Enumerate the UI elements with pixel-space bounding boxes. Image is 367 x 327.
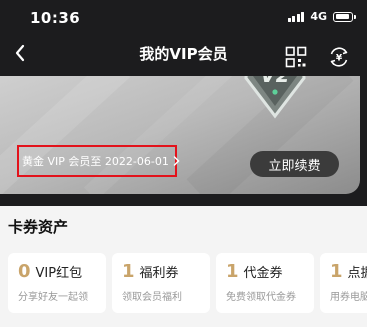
vip-card-area: V2 黄金 VIP 会员至 2022-06-01 立即续费 bbox=[0, 76, 367, 206]
asset-card-vip-red-packet[interactable]: 0 VIP红包 分享好友一起领 bbox=[8, 253, 106, 313]
asset-desc: 免费领取代金券 bbox=[226, 292, 296, 303]
vip-level-emblem: V2 bbox=[244, 76, 306, 119]
asset-count: 1 bbox=[330, 261, 343, 282]
asset-count: 0 bbox=[18, 261, 31, 282]
qr-code-icon bbox=[285, 46, 307, 68]
asset-card-points[interactable]: 1 点据 用券电脑 bbox=[320, 253, 367, 313]
exchange-button[interactable]: ¥ bbox=[327, 45, 351, 69]
asset-name: VIP红包 bbox=[35, 266, 83, 281]
asset-desc: 用券电脑 bbox=[330, 292, 367, 303]
asset-name: 福利券 bbox=[139, 266, 179, 281]
currency-exchange-icon: ¥ bbox=[330, 47, 348, 67]
asset-card-welfare-coupon[interactable]: 1 福利券 领取会员福利 bbox=[112, 253, 210, 313]
battery-icon bbox=[333, 11, 356, 22]
asset-desc: 分享好友一起领 bbox=[18, 292, 88, 303]
asset-count: 1 bbox=[226, 261, 239, 282]
asset-count: 1 bbox=[122, 261, 135, 282]
vip-card: V2 黄金 VIP 会员至 2022-06-01 立即续费 bbox=[0, 76, 360, 194]
signal-icon bbox=[287, 11, 305, 22]
page-title: 我的VIP会员 bbox=[139, 45, 228, 63]
vip-level-badge: V2 bbox=[260, 76, 289, 87]
network-type: 4G bbox=[310, 10, 327, 23]
chevron-right-icon bbox=[173, 156, 180, 166]
qr-code-button[interactable] bbox=[285, 46, 307, 68]
renew-button[interactable]: 立即续费 bbox=[250, 151, 339, 177]
status-indicators: 4G bbox=[287, 10, 356, 23]
membership-expiry-text: 黄金 VIP 会员至 2022-06-01 bbox=[22, 155, 169, 168]
top-bar: 10:36 4G 我的VIP会员 ¥ bbox=[0, 0, 367, 76]
assets-list: 0 VIP红包 分享好友一起领 1 福利券 领取会员福利 1 代金券 免费领取代… bbox=[8, 253, 367, 313]
membership-expiry-link[interactable]: 黄金 VIP 会员至 2022-06-01 bbox=[22, 153, 180, 169]
asset-name: 代金券 bbox=[243, 266, 283, 281]
asset-name: 点据 bbox=[347, 266, 367, 281]
svg-text:¥: ¥ bbox=[336, 54, 343, 64]
asset-card-voucher[interactable]: 1 代金券 免费领取代金券 bbox=[216, 253, 314, 313]
assets-section-title: 卡券资产 bbox=[8, 218, 69, 236]
asset-desc: 领取会员福利 bbox=[122, 292, 182, 303]
status-time: 10:36 bbox=[30, 9, 81, 27]
